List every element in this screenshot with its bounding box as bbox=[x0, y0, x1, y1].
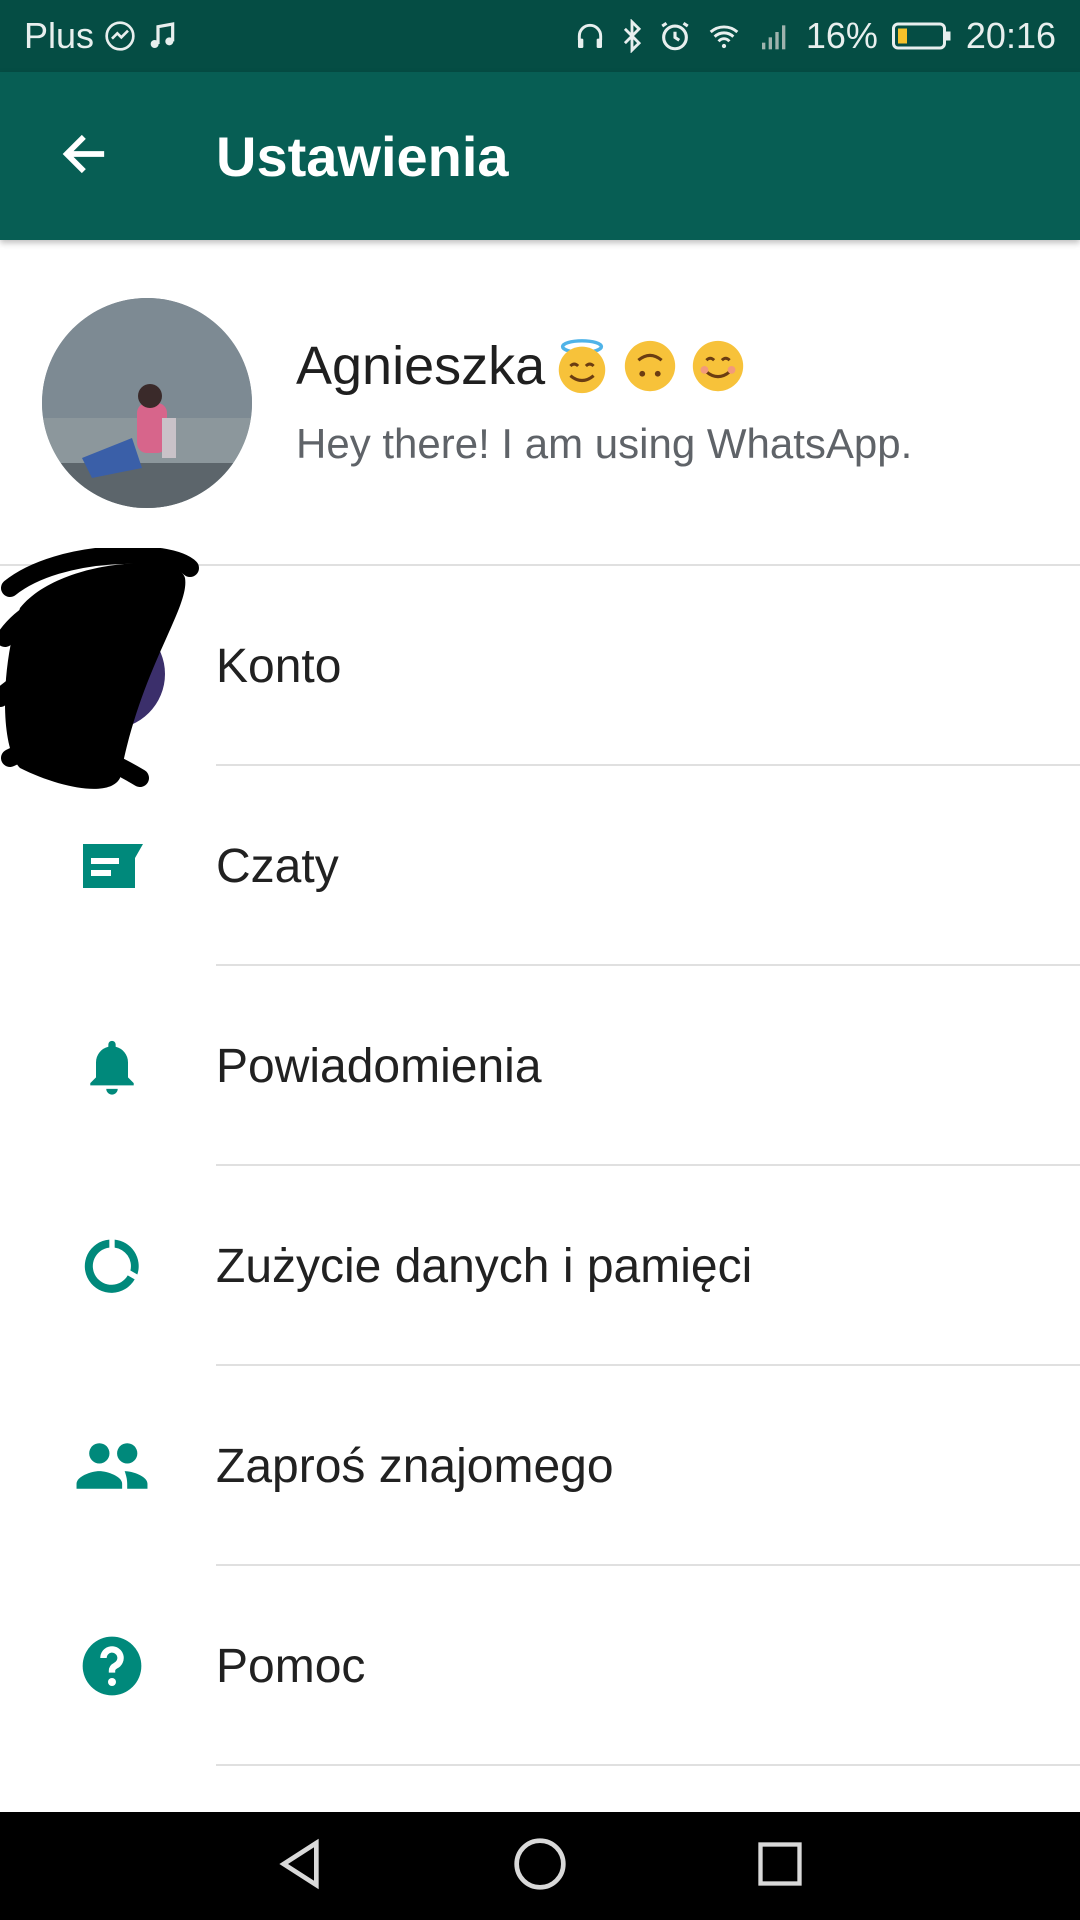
scribble-overlay bbox=[0, 548, 199, 789]
menu-item-powiadomienia[interactable]: Powiadomienia bbox=[0, 966, 1080, 1166]
menu-item-label: Pomoc bbox=[216, 1639, 366, 1693]
carrier-label: Plus bbox=[24, 15, 95, 56]
messenger-icon bbox=[104, 20, 136, 52]
help-icon bbox=[62, 1630, 162, 1702]
divider bbox=[216, 1764, 1080, 1766]
menu-item-pomoc[interactable]: Pomoc bbox=[0, 1566, 1080, 1766]
app-bar: Ustawienia bbox=[0, 72, 1080, 240]
profile-header[interactable]: Agnieszka Hey there! I am using WhatsApp… bbox=[0, 240, 1080, 564]
wifi-icon bbox=[706, 20, 742, 52]
back-button[interactable] bbox=[40, 116, 128, 196]
battery-percent: 16% bbox=[805, 15, 878, 56]
smiling-face-with-halo-emoji bbox=[551, 335, 613, 397]
menu-item-label: Zaproś znajomego bbox=[216, 1439, 614, 1493]
navigation-bar bbox=[0, 1812, 1080, 1920]
arrow-back-icon bbox=[58, 128, 110, 185]
avatar[interactable] bbox=[42, 298, 252, 508]
profile-status: Hey there! I am using WhatsApp. bbox=[296, 420, 913, 467]
profile-name: Agnieszka bbox=[296, 336, 546, 396]
data-usage-icon bbox=[62, 1230, 162, 1302]
battery-icon bbox=[891, 20, 952, 52]
back-triangle-icon bbox=[272, 1836, 328, 1897]
bluetooth-icon bbox=[620, 19, 644, 53]
profile-name-row: Agnieszka bbox=[296, 335, 749, 397]
menu-item-zuzycie-danych[interactable]: Zużycie danych i pamięci bbox=[0, 1166, 1080, 1366]
clock-time: 20:16 bbox=[965, 15, 1056, 56]
signal-icon bbox=[756, 20, 792, 52]
menu-item-label: Zużycie danych i pamięci bbox=[216, 1239, 753, 1293]
menu-item-label: Czaty bbox=[216, 839, 339, 893]
nav-home-button[interactable] bbox=[500, 1826, 580, 1906]
status-bar-right: 16% 20:16 bbox=[574, 0, 1056, 72]
menu-item-label: Powiadomienia bbox=[216, 1039, 542, 1093]
nav-recents-button[interactable] bbox=[740, 1826, 820, 1906]
upside-down-face-emoji bbox=[619, 335, 681, 397]
alarm-icon bbox=[658, 19, 692, 53]
music-note-icon bbox=[146, 18, 178, 54]
bell-icon bbox=[62, 1030, 162, 1102]
smiling-face-emoji bbox=[687, 335, 749, 397]
headset-icon bbox=[574, 20, 606, 52]
status-bar: Plus 16% 20:16 bbox=[0, 0, 1080, 72]
people-icon bbox=[62, 1430, 162, 1502]
nav-back-button[interactable] bbox=[260, 1826, 340, 1906]
page-title: Ustawienia bbox=[216, 124, 509, 188]
menu-item-zapros-znajomego[interactable]: Zaproś znajomego bbox=[0, 1366, 1080, 1566]
recents-square-icon bbox=[754, 1838, 806, 1895]
menu-item-label: Konto bbox=[216, 639, 342, 693]
chat-icon bbox=[62, 830, 162, 902]
home-circle-icon bbox=[512, 1836, 568, 1897]
status-bar-left: Plus bbox=[24, 0, 178, 72]
